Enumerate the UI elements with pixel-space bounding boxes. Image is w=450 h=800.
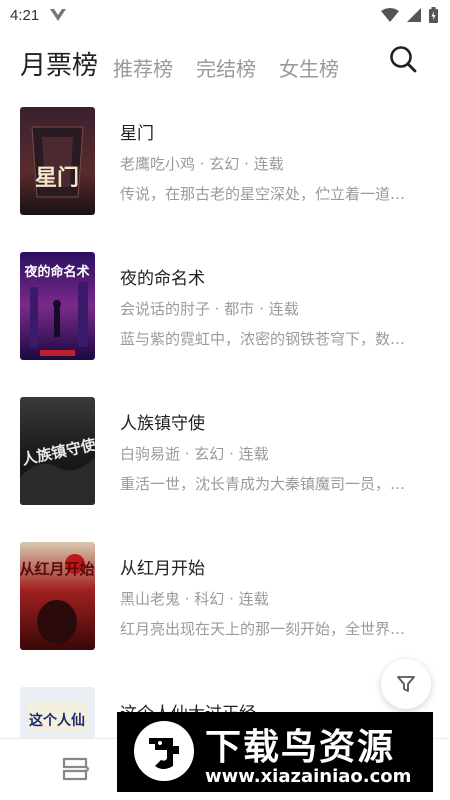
book-description: 红月亮出现在天上的那一刻开始，全世界… — [120, 620, 406, 638]
search-icon[interactable] — [386, 42, 420, 76]
filter-icon — [397, 676, 415, 692]
bird-logo-icon — [134, 721, 194, 781]
tab-female[interactable]: 女生榜 — [279, 38, 339, 82]
list-item[interactable]: 夜的命名术 夜的命名术 会说话的肘子 · 都市 · 连载 蓝与紫的霓虹中，浓密的… — [0, 250, 450, 360]
book-description: 蓝与紫的霓虹中，浓密的钢铁苍穹下，数… — [120, 330, 406, 348]
cover-text: 星门 — [35, 165, 79, 191]
book-meta: 白驹易逝 · 玄幻 · 连载 — [120, 445, 269, 463]
tab-recommended[interactable]: 推荐榜 — [113, 38, 173, 82]
tab-monthly-ticket[interactable]: 月票榜 — [20, 38, 98, 82]
watermark-url: www.xiazainiao.com — [205, 766, 412, 787]
book-title: 夜的命名术 — [120, 269, 205, 289]
book-cover: 从红月开始 — [20, 542, 95, 650]
book-meta: 黑山老鬼 · 科幻 · 连载 — [120, 590, 269, 608]
list-item[interactable]: 从红月开始 从红月开始 黑山老鬼 · 科幻 · 连载 红月亮出现在天上的那一刻开… — [0, 540, 450, 650]
battery-icon — [429, 7, 438, 23]
wifi-icon — [381, 8, 399, 22]
book-meta: 老鹰吃小鸡 · 玄幻 · 连载 — [120, 155, 284, 173]
list-item[interactable]: 星门 星门 老鹰吃小鸡 · 玄幻 · 连载 传说，在那古老的星空深处，伫立着一道… — [0, 105, 450, 215]
list-item[interactable]: 人族镇守使 人族镇守使 白驹易逝 · 玄幻 · 连载 重活一世，沈长青成为大秦镇… — [0, 395, 450, 505]
app-notification-icon — [50, 9, 67, 21]
filter-button[interactable] — [381, 659, 431, 709]
app-screen: 4:21 月票榜 推荐榜 完结榜 女生榜 星门 星门 老鹰吃小鸡 · 玄幻 · … — [0, 0, 450, 800]
cover-text: 从红月开始 — [20, 560, 95, 578]
bookshelf-icon[interactable] — [58, 753, 92, 787]
book-title: 星门 — [120, 124, 154, 144]
cover-text: 夜的命名术 — [23, 264, 89, 280]
status-time: 4:21 — [10, 6, 40, 24]
book-cover: 星门 — [20, 107, 95, 215]
book-description: 重活一世，沈长青成为大秦镇魔司一员，… — [120, 475, 406, 493]
watermark-banner: 下载鸟资源 www.xiazainiao.com — [117, 712, 433, 792]
cover-text: 这个人仙 — [29, 712, 85, 729]
status-indicators — [381, 7, 438, 23]
signal-icon — [407, 8, 421, 22]
ranking-tabs: 月票榜 推荐榜 完结榜 女生榜 — [0, 38, 450, 88]
book-title: 从红月开始 — [120, 559, 205, 579]
book-cover: 人族镇守使 — [20, 397, 95, 505]
status-bar: 4:21 — [0, 0, 450, 30]
book-title: 人族镇守使 — [120, 414, 205, 434]
book-meta: 会说话的肘子 · 都市 · 连载 — [120, 300, 299, 318]
book-description: 传说，在那古老的星空深处，伫立着一道… — [120, 185, 406, 203]
book-cover: 夜的命名术 — [20, 252, 95, 360]
watermark-title: 下载鸟资源 — [205, 727, 396, 768]
tab-completed[interactable]: 完结榜 — [196, 38, 256, 82]
